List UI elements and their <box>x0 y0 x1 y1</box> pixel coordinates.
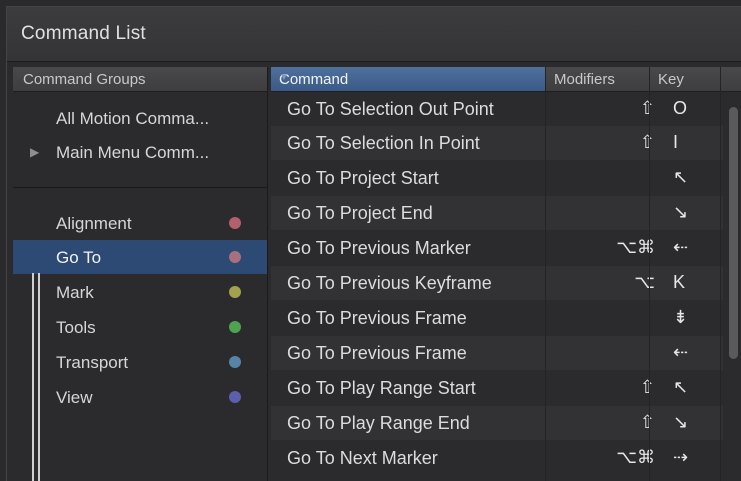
group-item-label: Mark <box>56 283 94 302</box>
command-cell: Go To Play Range Start <box>287 378 476 398</box>
color-dot-icon <box>229 286 241 298</box>
color-dot-icon <box>229 391 241 403</box>
column-divider[interactable] <box>720 67 721 91</box>
table-row[interactable]: Go To Next Marker ⌥⌘ ⇢ <box>271 441 723 475</box>
group-item-label: All Motion Comma... <box>56 109 210 128</box>
key-cell: ⇢ <box>673 447 689 467</box>
command-groups-panel: Command Groups All Motion Comma... ▶ Mai… <box>13 67 268 481</box>
key-cell: ↘ <box>673 202 689 222</box>
color-dot-icon <box>229 356 241 368</box>
group-item-label: Alignment <box>56 214 132 233</box>
modifiers-cell: ⇧ <box>639 132 655 152</box>
command-cell: Go To Previous Frame <box>287 343 467 363</box>
command-cell: Go To Previous Frame <box>287 308 467 328</box>
table-row[interactable]: Go To Previous Frame ⇟ <box>271 301 723 335</box>
key-cell: ⇟ <box>673 307 689 327</box>
command-groups-header-label: Command Groups <box>23 71 146 88</box>
modifiers-cell: ⇧ <box>639 412 655 432</box>
key-cell: ⇠ <box>673 342 689 362</box>
key-cell: K <box>673 272 686 292</box>
key-cell: ↘ <box>673 412 689 432</box>
command-cell: Go To Selection In Point <box>287 133 480 153</box>
disclosure-triangle-icon[interactable]: ▶ <box>30 145 39 159</box>
key-cell: ↖ <box>673 167 689 187</box>
tree-line <box>38 273 40 481</box>
table-row[interactable]: Go To Play Range Start ⇧ ↖ <box>271 371 723 405</box>
table-header: Command ▼ Modifiers Key <box>271 67 741 92</box>
command-cell: Go To Previous Marker <box>287 238 471 258</box>
group-item-label: Main Menu Comm... <box>56 143 210 162</box>
group-item-all-motion-commands[interactable]: All Motion Comma... <box>13 101 267 135</box>
group-item-mark[interactable]: Mark <box>13 275 267 309</box>
group-item-label: Tools <box>56 318 96 337</box>
command-cell: Go To Play Range End <box>287 413 470 433</box>
key-cell: ↖ <box>673 377 689 397</box>
group-item-label: Transport <box>56 353 129 372</box>
groups-separator <box>13 187 267 188</box>
column-header-modifiers[interactable]: Modifiers <box>546 67 649 91</box>
vertical-scrollbar[interactable] <box>729 107 738 359</box>
command-cell: Go To Project Start <box>287 168 439 188</box>
command-cell: Go To Project End <box>287 203 433 223</box>
group-item-label: View <box>56 388 93 407</box>
group-item-go-to[interactable]: Go To <box>13 240 267 274</box>
modifiers-cell: ⌥ <box>634 272 655 292</box>
command-groups-header[interactable]: Command Groups <box>13 67 267 92</box>
group-item-main-menu-commands[interactable]: ▶ Main Menu Comm... <box>13 135 267 169</box>
table-row[interactable]: Go To Project Start ↖ <box>271 161 723 195</box>
command-table: Command ▼ Modifiers Key Go To Selection … <box>271 67 741 481</box>
sort-descending-icon: ▼ <box>279 72 289 83</box>
group-item-tools[interactable]: Tools <box>13 310 267 344</box>
table-row[interactable]: Go To Selection Out Point ⇧ O <box>271 92 723 126</box>
group-item-alignment[interactable]: Alignment <box>13 206 267 240</box>
table-row[interactable]: Go To Play Range End ⇧ ↘ <box>271 406 723 440</box>
key-cell: O <box>673 98 688 118</box>
window-title: Command List <box>21 23 146 44</box>
modifiers-cell: ⇧ <box>639 377 655 397</box>
tree-line <box>32 273 34 481</box>
modifiers-cell: ⇧ <box>639 98 655 118</box>
table-row[interactable]: Go To Previous Frame ⇠ <box>271 336 723 370</box>
command-cell: Go To Selection Out Point <box>287 99 494 119</box>
color-dot-icon <box>229 217 241 229</box>
key-cell: I <box>673 132 679 152</box>
command-list-window: Command List Command Groups All Motion C… <box>6 6 741 481</box>
column-divider <box>720 91 721 481</box>
title-bar: Command List <box>7 7 741 62</box>
column-header-label: Modifiers <box>554 71 615 88</box>
command-cell: Go To Next Marker <box>287 448 438 468</box>
column-header-key[interactable]: Key <box>650 67 720 91</box>
column-header-label: Key <box>658 71 684 88</box>
group-item-label: Go To <box>56 248 102 267</box>
color-dot-icon <box>229 251 241 263</box>
column-header-command[interactable]: Command ▼ <box>271 67 545 91</box>
column-divider <box>649 91 650 481</box>
table-row[interactable]: Go To Previous Marker ⌥⌘ ⇠ <box>271 231 723 265</box>
table-row[interactable]: Go To Project End ↘ <box>271 196 723 230</box>
command-cell: Go To Previous Keyframe <box>287 273 492 293</box>
table-row[interactable]: Go To Previous Keyframe ⌥ K <box>271 266 723 300</box>
group-item-transport[interactable]: Transport <box>13 345 267 379</box>
group-item-view[interactable]: View <box>13 380 267 414</box>
column-divider <box>545 91 546 481</box>
table-row[interactable]: Go To Selection In Point ⇧ I <box>271 126 723 160</box>
key-cell: ⇠ <box>673 237 689 257</box>
color-dot-icon <box>229 321 241 333</box>
